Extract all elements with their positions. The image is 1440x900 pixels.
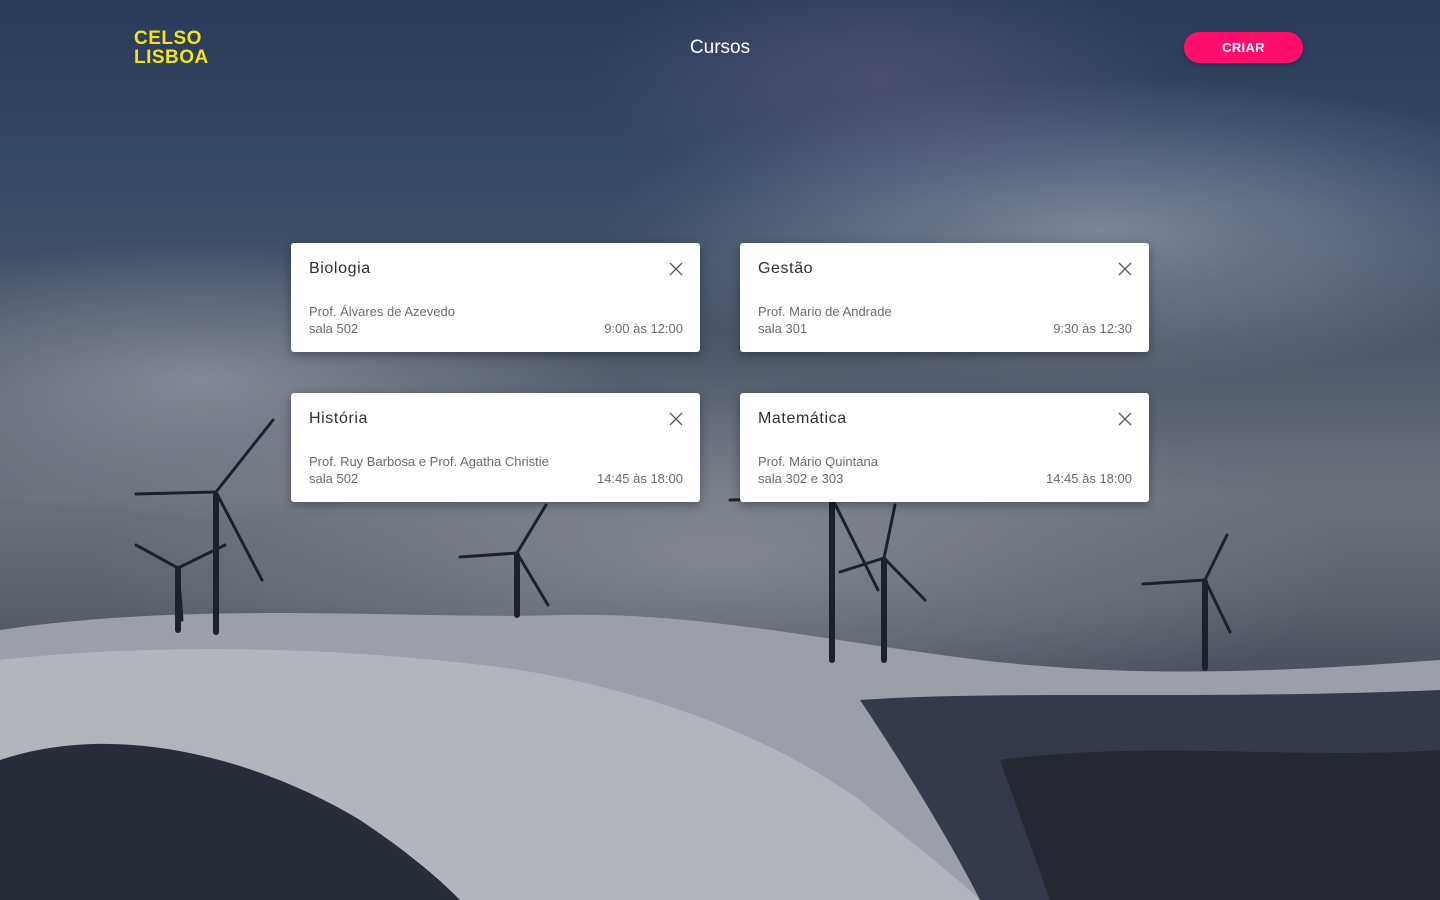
course-card[interactable]: Biologia Prof. Álvares de Azevedo sala 5… xyxy=(291,243,700,352)
course-time: 9:30 às 12:30 xyxy=(1053,321,1132,336)
close-icon[interactable] xyxy=(1117,411,1133,427)
course-card[interactable]: História Prof. Ruy Barbosa e Prof. Agath… xyxy=(291,393,700,502)
course-card[interactable]: Gestão Prof. Mario de Andrade sala 301 9… xyxy=(740,243,1149,352)
brand-logo[interactable]: CELSO LISBOA xyxy=(134,29,209,67)
course-title: História xyxy=(309,410,369,427)
course-professor: Prof. Mário Quintana xyxy=(758,454,878,469)
course-time: 14:45 às 18:00 xyxy=(596,471,683,486)
course-title: Gestão xyxy=(758,260,814,277)
brand-logo-line-2: LISBOA xyxy=(134,47,209,68)
course-professor: Prof. Álvares de Azevedo xyxy=(309,304,455,319)
course-room: sala 502 xyxy=(309,471,359,486)
close-icon[interactable] xyxy=(668,411,684,427)
course-card[interactable]: Matemática Prof. Mário Quintana sala 302… xyxy=(740,393,1149,502)
course-title: Matemática xyxy=(758,410,847,427)
close-icon[interactable] xyxy=(1117,261,1133,277)
brand-logo-line-1: CELSO xyxy=(134,28,202,49)
course-professor: Prof. Ruy Barbosa e Prof. Agatha Christi… xyxy=(309,454,549,469)
close-icon[interactable] xyxy=(668,261,684,277)
create-button[interactable]: CRIAR xyxy=(1184,32,1303,63)
course-professor: Prof. Mario de Andrade xyxy=(758,304,892,319)
course-time: 9:00 às 12:00 xyxy=(604,321,683,336)
course-title: Biologia xyxy=(309,260,371,277)
page-title: Cursos xyxy=(689,37,751,58)
course-room: sala 301 xyxy=(758,321,808,336)
course-room: sala 302 e 303 xyxy=(758,471,844,486)
course-room: sala 502 xyxy=(309,321,359,336)
dark-overlay xyxy=(0,0,1440,900)
background-image xyxy=(0,0,1440,900)
course-time: 14:45 às 18:00 xyxy=(1045,471,1132,486)
top-bar: CELSO LISBOA Cursos CRIAR xyxy=(0,0,1440,96)
